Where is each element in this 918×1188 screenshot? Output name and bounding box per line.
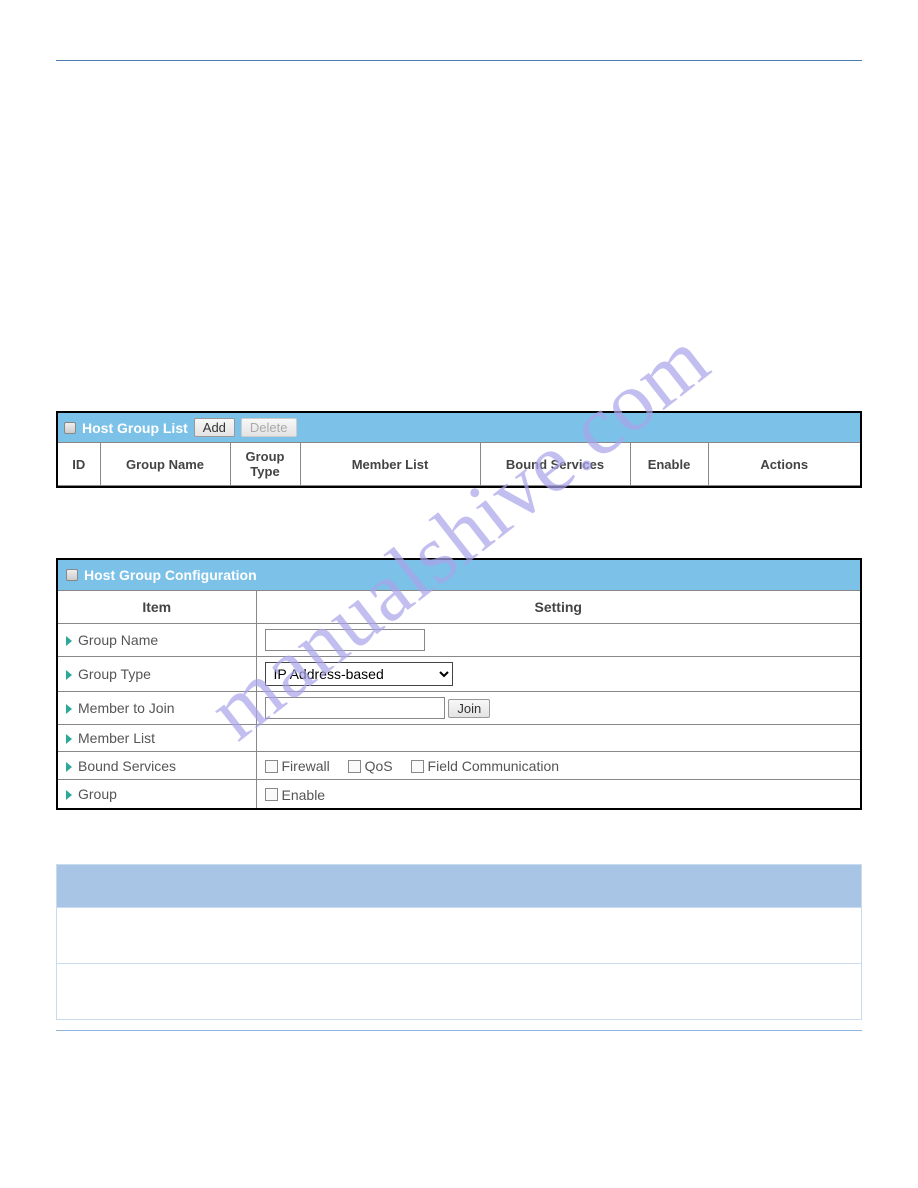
label-group-type: Group Type [78,666,151,682]
row-group-type: Group Type IP Address-based [58,657,860,692]
config-panel-header: Host Group Configuration [58,560,860,590]
member-to-join-input[interactable] [265,697,445,719]
field-communication-checkbox[interactable] [411,760,424,773]
host-group-config-panel: Host Group Configuration Item Setting Gr… [56,558,862,810]
description-row [57,907,861,963]
col-member-list: Member List [300,443,480,486]
label-member-to-join: Member to Join [78,700,174,716]
row-member-to-join: Member to Join Join [58,692,860,725]
label-qos: QoS [365,758,393,774]
col-actions: Actions [708,443,860,486]
add-button[interactable]: Add [194,418,235,437]
bottom-rule [56,1030,862,1031]
host-group-list-panel: Host Group List Add Delete ID Group Name… [56,411,862,488]
config-header-row: Item Setting [58,591,860,624]
label-enable: Enable [282,787,326,803]
caret-icon [66,790,72,800]
caret-icon [66,734,72,744]
caret-icon [66,636,72,646]
label-field-communication: Field Communication [428,758,560,774]
panel-toggle-icon[interactable] [64,422,76,434]
list-panel-title: Host Group List [82,420,188,436]
row-group-name: Group Name [58,624,860,657]
description-table [56,864,862,1020]
row-group: Group Enable [58,780,860,808]
join-button[interactable]: Join [448,699,490,718]
head-setting: Setting [256,591,860,624]
col-enable: Enable [630,443,708,486]
col-id: ID [58,443,100,486]
description-header [57,865,861,907]
col-group-type: Group Type [230,443,300,486]
caret-icon [66,762,72,772]
qos-checkbox[interactable] [348,760,361,773]
group-name-input[interactable] [265,629,425,651]
firewall-checkbox[interactable] [265,760,278,773]
label-group-name: Group Name [78,632,158,648]
top-divider [56,60,862,61]
table-header-row: ID Group Name Group Type Member List Bou… [58,443,860,486]
head-item: Item [58,591,256,624]
caret-icon [66,670,72,680]
description-row [57,963,861,1019]
caret-icon [66,704,72,714]
config-table: Item Setting Group Name Group Type IP Ad… [58,590,860,808]
enable-checkbox[interactable] [265,788,278,801]
label-firewall: Firewall [282,758,330,774]
label-group: Group [78,786,117,802]
col-group-name: Group Name [100,443,230,486]
delete-button[interactable]: Delete [241,418,297,437]
host-group-list-table: ID Group Name Group Type Member List Bou… [58,442,860,486]
panel-toggle-icon[interactable] [66,569,78,581]
row-member-list: Member List [58,725,860,752]
row-bound-services: Bound Services Firewall QoS Field Commun… [58,752,860,780]
label-member-list: Member List [78,730,155,746]
label-bound-services: Bound Services [78,758,176,774]
col-bound-services: Bound Services [480,443,630,486]
list-panel-header: Host Group List Add Delete [58,413,860,442]
config-panel-title: Host Group Configuration [84,567,257,583]
group-type-select[interactable]: IP Address-based [265,662,453,686]
